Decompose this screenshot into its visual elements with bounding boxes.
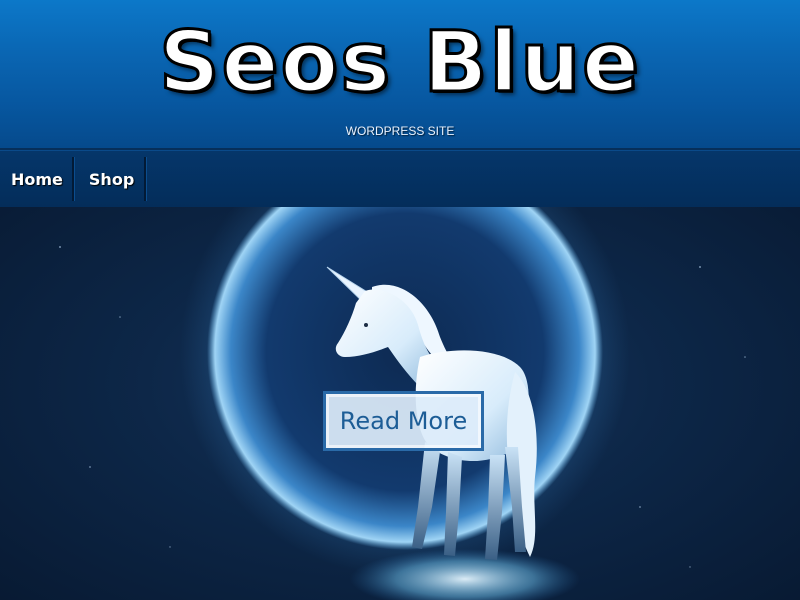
page: Seos Blue WORDPRESS SITE Home Shop Read … bbox=[0, 0, 800, 600]
site-tagline: WORDPRESS SITE bbox=[345, 124, 455, 138]
site-title[interactable]: Seos Blue bbox=[0, 13, 800, 112]
site-header: Seos Blue WORDPRESS SITE bbox=[0, 0, 800, 150]
nav-item-shop[interactable]: Shop bbox=[74, 157, 147, 201]
read-more-button[interactable]: Read More bbox=[323, 391, 484, 451]
hero-slider: Read More bbox=[0, 207, 800, 600]
main-nav: Home Shop bbox=[0, 150, 800, 207]
nav-item-home[interactable]: Home bbox=[0, 157, 74, 201]
